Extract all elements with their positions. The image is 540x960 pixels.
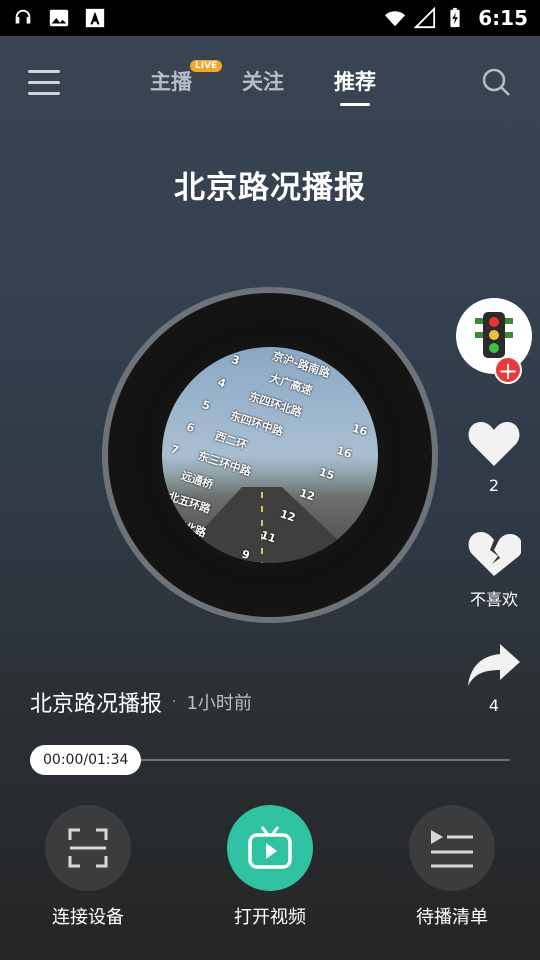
vinyl-record: 京沪-路南路 大广高速 东四环北路 东四环中路 西二环 东三环中路 远通桥 北五… [108,293,432,617]
share-count: 4 [488,696,500,715]
open-video-button[interactable]: 打开视频 [210,805,330,929]
like-count: 2 [488,476,500,495]
open-video-circle [227,805,313,891]
open-video-label: 打开视频 [234,907,306,928]
status-bar: 6:15 [0,0,540,36]
program-title: 北京路况播报 [174,170,366,206]
tab-anchor[interactable]: 主播 LIVE [150,60,223,96]
playlist-icon [431,830,473,868]
search-icon[interactable] [480,66,512,98]
clock: 6:15 [478,6,528,30]
tab-bar: 主播 LIVE 关注 推荐 [150,60,376,106]
play-queue-button[interactable]: 待播清单 [392,805,512,929]
tab-label: 关注 [242,70,284,94]
battery-icon [450,7,460,28]
road-number: 11 [258,528,278,546]
connect-device-label: 连接设备 [52,907,124,928]
signal-icon [414,7,436,29]
image-icon [49,9,69,27]
road-number: 12 [297,486,317,504]
play-queue-circle [409,805,495,891]
road-number: 15 [317,465,336,483]
scan-frame-icon [68,828,108,868]
tab-follow[interactable]: 关注 [242,66,284,96]
dislike-button[interactable]: 不喜欢 [454,530,534,610]
progress-time[interactable]: 00:00/01:34 [30,745,142,775]
road-number: 16 [334,443,354,461]
avatar: + [456,298,532,384]
follow-plus-icon[interactable]: + [494,356,522,384]
program-name: 北京路况播报 [30,692,163,717]
menu-icon[interactable] [28,70,60,96]
anchor-avatar[interactable]: + [454,298,534,388]
cover-art: 京沪-路南路 大广高速 东四环北路 东四环中路 西二环 东三环中路 远通桥 北五… [162,347,378,563]
connect-device-circle [45,805,131,891]
progress-track[interactable] [130,759,510,761]
road-number: 7 [169,442,181,458]
like-button[interactable]: 2 [454,420,534,495]
share-button[interactable]: 4 [454,642,534,715]
separator: · [172,694,177,710]
wifi-icon [385,11,406,27]
tab-label: 主播 [150,70,192,94]
tab-recommend[interactable]: 推荐 [334,66,376,106]
headphones-icon [15,9,31,24]
road-number: 3 [229,352,242,368]
heart-icon [468,422,520,466]
progress-bar[interactable]: 00:00/01:34 [30,745,510,775]
program-info: 北京路况播报 · 1小时前 [30,686,252,718]
road-number: 5 [200,397,212,413]
broken-heart-icon [468,532,523,576]
font-icon [85,8,105,28]
road-number: 12 [278,507,297,525]
road-number: 6 [184,420,197,435]
road-number: 16 [350,421,370,439]
publish-time: 1小时前 [186,693,252,714]
road-number: 9 [240,547,252,563]
top-navigation: 主播 LIVE 关注 推荐 [0,58,540,108]
tab-label: 推荐 [334,70,376,94]
road-number: 4 [216,375,228,391]
dislike-label: 不喜欢 [469,590,518,609]
album-disc[interactable]: 京沪-路南路 大广高速 东四环北路 东四环中路 西二环 东三环中路 远通桥 北五… [102,287,438,623]
play-queue-label: 待播清单 [416,907,488,928]
connect-device-button[interactable]: 连接设备 [28,805,148,929]
share-arrow-icon [468,644,520,686]
road-number-list: 3 4 5 6 7 16 16 15 12 12 11 9 [162,347,378,563]
tv-play-icon [248,826,292,869]
live-badge: LIVE [190,60,223,72]
